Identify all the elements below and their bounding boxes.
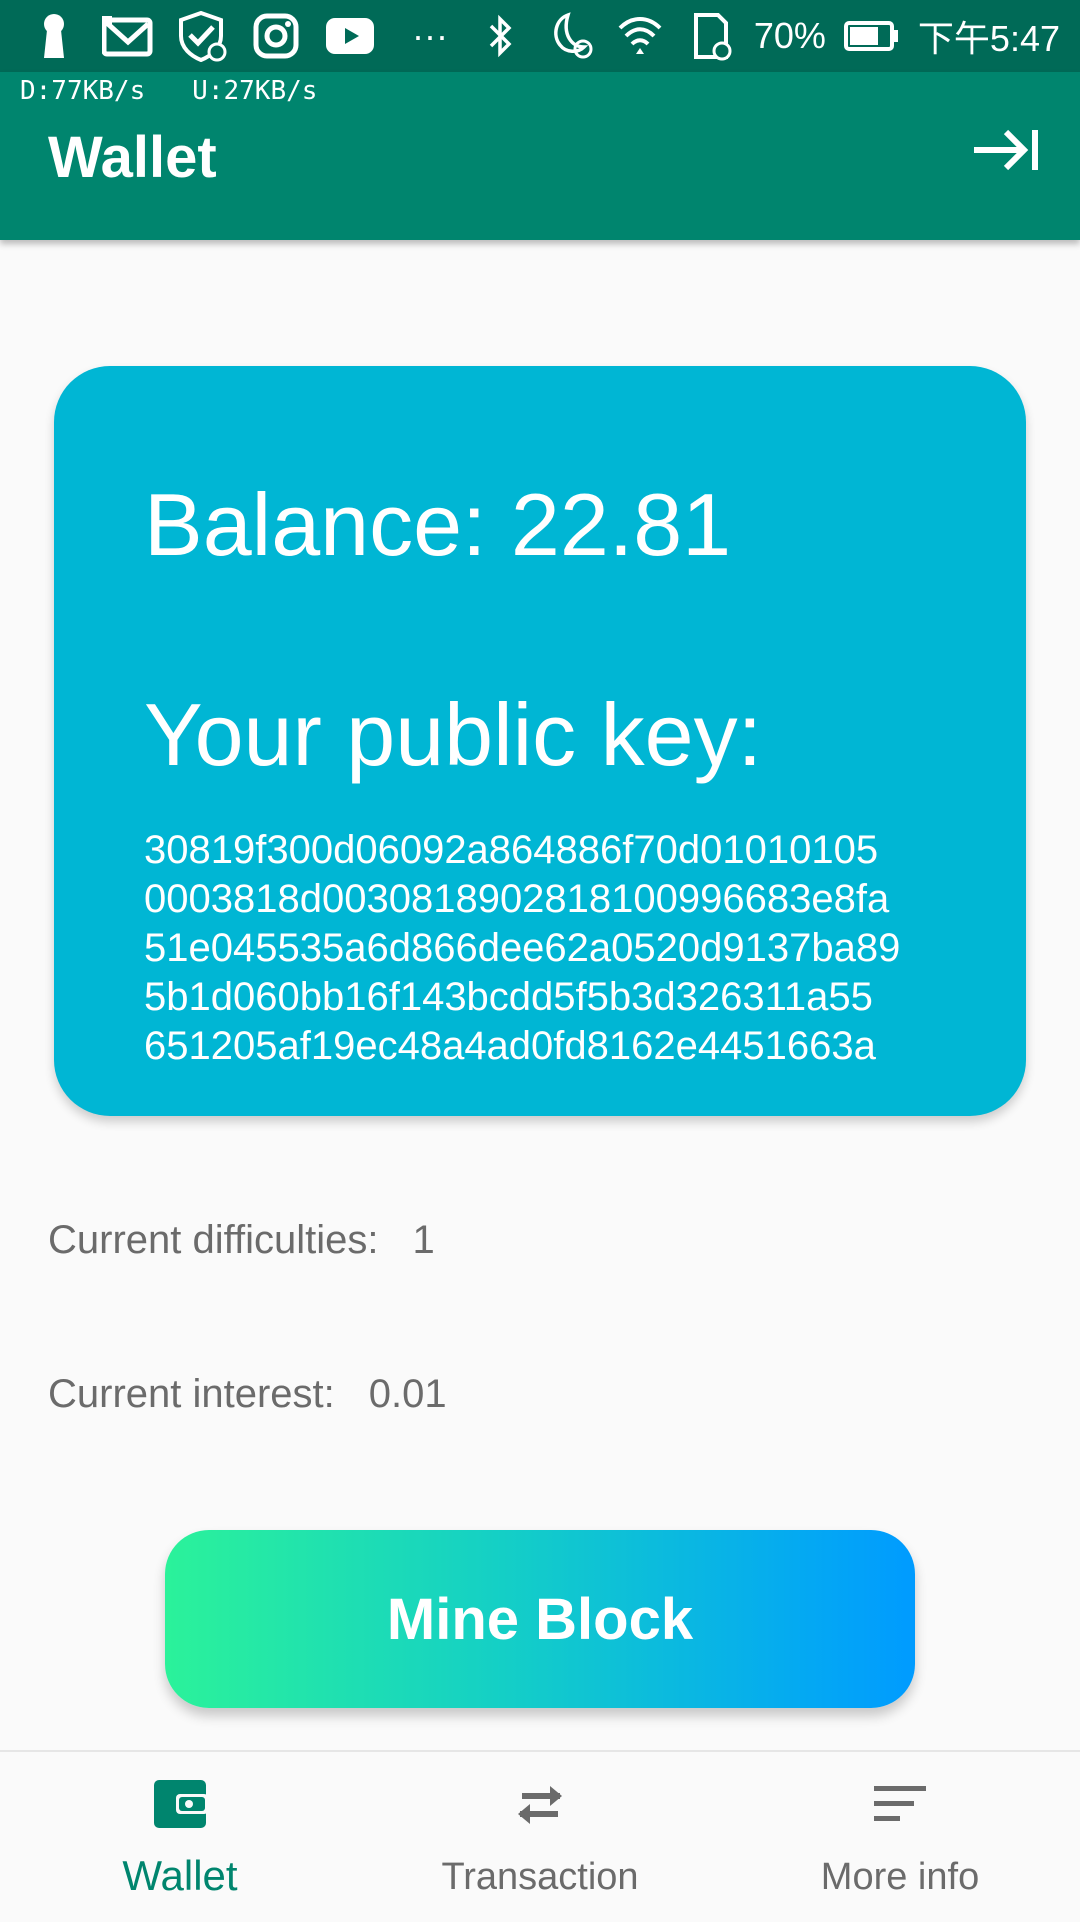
keyhole-icon	[28, 10, 80, 62]
nav-label-wallet: Wallet	[122, 1852, 238, 1899]
swap-arrows-icon	[518, 1786, 562, 1824]
public-key-label: Your public key:	[144, 685, 763, 784]
battery-icon	[843, 10, 900, 62]
public-key-line: 5b1d060bb16f143bcdd5f5b3d326311a55	[144, 975, 873, 1019]
public-key-line: 30819f300d06092a864886f70d01010105	[144, 828, 879, 872]
instagram-icon	[250, 10, 302, 62]
nav-item-more-info[interactable]: More info	[720, 1752, 1080, 1922]
moon-alarm-icon	[544, 10, 596, 62]
public-key-line: 0003818d0030818902818100996683e8fa	[144, 877, 890, 921]
bottom-navigation: Wallet Transaction More info	[0, 1750, 1080, 1922]
nav-label-transaction: Transaction	[441, 1856, 639, 1898]
nav-item-transaction[interactable]: Transaction	[360, 1752, 720, 1922]
battery-percent: 70%	[753, 15, 826, 56]
logout-arrow-icon	[974, 129, 1038, 171]
sort-lines-icon	[874, 1786, 926, 1821]
page-title: Wallet	[48, 125, 217, 190]
wallet-card: Balance: 22.81 Your public key: 30819f30…	[54, 366, 1026, 1116]
interest-row: Current interest: 0.01	[48, 1372, 447, 1417]
difficulty-label: Current difficulties:	[48, 1218, 379, 1262]
mail-icon	[102, 10, 154, 62]
interest-value: 0.01	[368, 1372, 447, 1416]
interest-label: Current interest:	[48, 1372, 335, 1416]
shield-check-icon	[176, 10, 228, 62]
difficulty-row: Current difficulties: 1	[48, 1218, 435, 1263]
status-bar: ··· 70% 下午5:47	[0, 0, 1080, 72]
notification-icons: ···	[28, 8, 448, 64]
balance-text: Balance: 22.81	[144, 475, 732, 574]
clock: 下午5:47	[917, 18, 1060, 59]
system-icons: 70% 下午5:47	[474, 8, 1060, 64]
public-key-line: 51e045535a6d866dee62a0520d9137ba89	[144, 926, 901, 970]
youtube-icon	[324, 10, 376, 62]
more-notifications-indicator: ···	[412, 15, 448, 56]
bluetooth-icon	[474, 10, 526, 62]
logout-button[interactable]	[968, 122, 1044, 178]
wifi-icon	[614, 10, 666, 62]
app-bar: D:77KB/s U:27KB/s Wallet	[0, 72, 1080, 240]
network-speed: D:77KB/s U:27KB/s	[20, 76, 318, 106]
sd-card-icon	[684, 10, 736, 62]
nav-item-wallet[interactable]: Wallet	[0, 1752, 360, 1922]
nav-label-more-info: More info	[820, 1856, 980, 1898]
public-key-line: 651205af19ec48a4ad0fd8162e4451663a	[144, 1024, 876, 1068]
wallet-icon	[154, 1780, 208, 1828]
difficulty-value: 1	[412, 1218, 435, 1262]
public-key-value[interactable]: 30819f300d06092a864886f70d01010105 00038…	[144, 826, 1004, 1071]
mine-block-button[interactable]: Mine Block	[165, 1530, 915, 1708]
